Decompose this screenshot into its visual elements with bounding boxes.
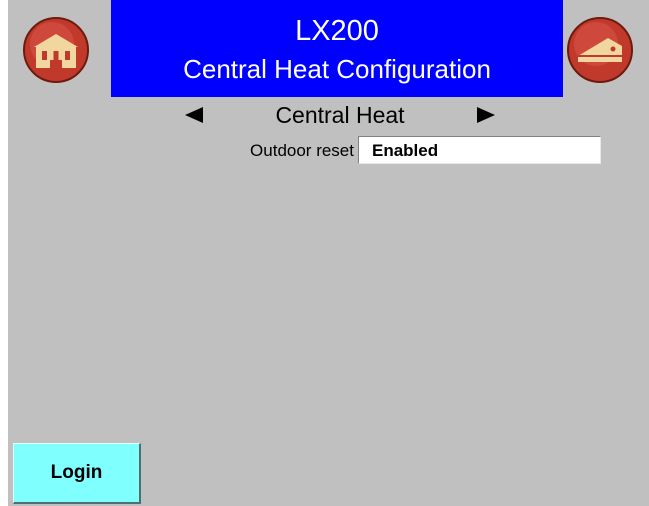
- outdoor-reset-label: Outdoor reset: [250, 141, 354, 160]
- exit-icon: [567, 17, 633, 83]
- outdoor-reset-row: Outdoor reset Enabled: [203, 136, 613, 166]
- app-title: LX200: [295, 15, 379, 47]
- home-button[interactable]: [22, 16, 90, 84]
- right-arrow-icon: [477, 107, 495, 123]
- section-navigator: Central Heat: [178, 100, 508, 130]
- left-arrow-icon: [185, 107, 203, 123]
- prev-section-button[interactable]: [183, 106, 205, 124]
- back-button[interactable]: [566, 16, 634, 84]
- outdoor-reset-field[interactable]: Enabled: [358, 136, 601, 164]
- next-section-button[interactable]: [475, 106, 497, 124]
- title-bar: LX200 Central Heat Configuration: [111, 0, 563, 97]
- page-title: Central Heat Configuration: [183, 54, 491, 84]
- header: LX200 Central Heat Configuration: [8, 0, 649, 97]
- building-icon: [23, 17, 89, 83]
- configuration-screen: LX200 Central Heat Configuration Central…: [8, 0, 649, 506]
- section-title: Central Heat: [275, 102, 405, 128]
- login-button[interactable]: Login: [13, 443, 141, 504]
